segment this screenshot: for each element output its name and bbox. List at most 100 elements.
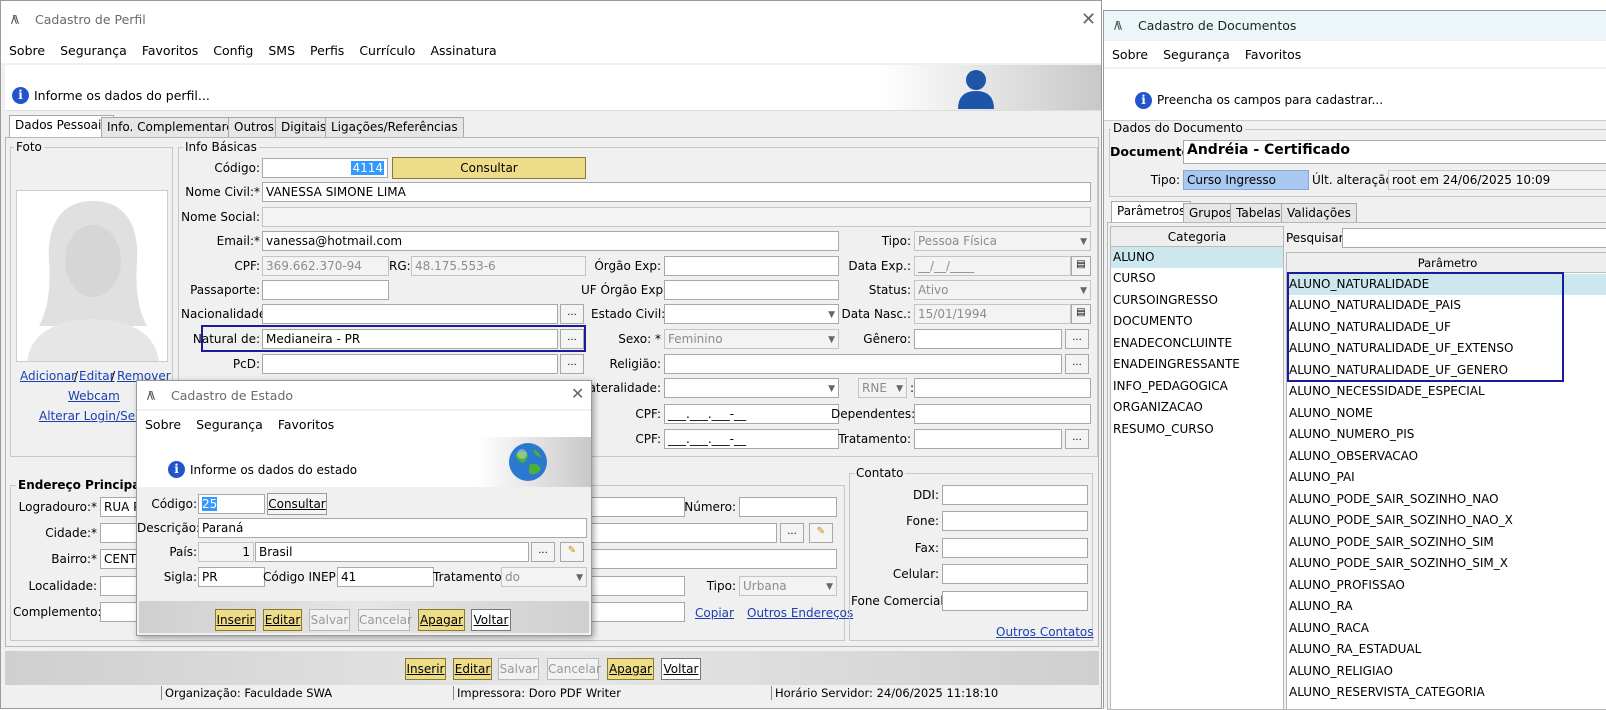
foto-editar-link[interactable]: Editar bbox=[79, 369, 115, 383]
categoria-item[interactable]: INFO_PEDAGOGICA bbox=[1113, 376, 1228, 397]
menu-sobre[interactable]: Sobre bbox=[145, 417, 181, 432]
salvar-button[interactable]: Salvar bbox=[498, 658, 539, 680]
parametro-item[interactable]: ALUNO_RA_ESTADUAL bbox=[1289, 639, 1421, 660]
categoria-item[interactable]: DOCUMENTO bbox=[1113, 311, 1193, 332]
parametro-item[interactable]: ALUNO_NUMERO_PIS bbox=[1289, 424, 1414, 445]
numero-input[interactable] bbox=[739, 497, 837, 517]
documento-input[interactable]: Andréia - Certificado bbox=[1183, 140, 1606, 164]
rne-input[interactable] bbox=[914, 378, 1091, 398]
parametro-item[interactable]: ALUNO_OBSERVACAO bbox=[1289, 446, 1418, 467]
menu-seguranca[interactable]: Segurança bbox=[60, 43, 127, 58]
tipo-select[interactable]: Pessoa Física ▼ bbox=[914, 231, 1091, 251]
parametro-item[interactable]: ALUNO_PODE_SAIR_SOZINHO_SIM bbox=[1289, 532, 1494, 553]
pcd-input[interactable] bbox=[262, 354, 558, 374]
categoria-item[interactable]: CURSO bbox=[1113, 268, 1156, 289]
descricao-input[interactable]: Paraná bbox=[198, 518, 587, 538]
menu-sms[interactable]: SMS bbox=[268, 43, 295, 58]
consultar-button[interactable]: Consultar bbox=[392, 157, 586, 179]
sigla-input[interactable]: PR bbox=[198, 567, 265, 587]
menu-config[interactable]: Config bbox=[213, 43, 253, 58]
menu-curriculo[interactable]: Currículo bbox=[359, 43, 415, 58]
menu-favoritos[interactable]: Favoritos bbox=[142, 43, 198, 58]
estado-tratamento-select[interactable]: do ▼ bbox=[501, 567, 587, 587]
nome-social-input[interactable] bbox=[262, 207, 1091, 227]
tab-info-complementares[interactable]: Info. Complementares bbox=[101, 117, 246, 137]
estado-voltar-button[interactable]: Voltar bbox=[471, 609, 511, 631]
fone-input[interactable] bbox=[942, 511, 1088, 531]
pais-edit-pencil-icon[interactable]: ✎ bbox=[560, 542, 584, 562]
celular-input[interactable] bbox=[942, 564, 1088, 584]
tab-dados-pessoais[interactable]: Dados Pessoais bbox=[9, 115, 114, 137]
outros-contatos-link[interactable]: Outros Contatos bbox=[996, 625, 1094, 639]
data-exp-input[interactable]: __/__/____ bbox=[914, 256, 1071, 276]
genero-lookup-button[interactable]: ... bbox=[1065, 329, 1089, 349]
tab-ligacoes[interactable]: Ligações/Referências bbox=[325, 117, 464, 137]
parametro-item[interactable]: ALUNO_PODE_SAIR_SOZINHO_NAO_X bbox=[1289, 510, 1513, 531]
parametro-item[interactable]: ALUNO_PROFISSAO bbox=[1289, 575, 1405, 596]
passaporte-input[interactable] bbox=[262, 280, 389, 300]
estado-cancelar-button[interactable]: Cancelar bbox=[358, 609, 412, 631]
pais-codigo-input[interactable]: 1 bbox=[198, 542, 254, 562]
pcd-lookup-button[interactable]: ... bbox=[560, 354, 584, 374]
menu-seguranca[interactable]: Segurança bbox=[196, 417, 263, 432]
pais-input[interactable]: Brasil bbox=[255, 542, 529, 562]
menu-assinatura[interactable]: Assinatura bbox=[430, 43, 496, 58]
foto-webcam-link[interactable]: Webcam bbox=[68, 389, 120, 403]
tab-digitais[interactable]: Digitais bbox=[275, 117, 333, 137]
tratamento-lookup-button[interactable]: ... bbox=[1065, 429, 1089, 449]
parametro-item[interactable]: ALUNO_PODE_SAIR_SOZINHO_SIM_X bbox=[1289, 553, 1508, 574]
rg-input[interactable]: 48.175.553-6 bbox=[411, 256, 586, 276]
parametro-item[interactable]: ALUNO_RESERVISTA_CATEGORIA bbox=[1289, 682, 1485, 703]
sexo-select[interactable]: Feminino ▼ bbox=[664, 329, 839, 349]
estado-salvar-button[interactable]: Salvar bbox=[309, 609, 350, 631]
estado-codigo-input[interactable]: 25 bbox=[198, 494, 265, 514]
cancelar-button[interactable]: Cancelar bbox=[547, 658, 601, 680]
religiao-input[interactable] bbox=[664, 354, 1062, 374]
parametro-item[interactable]: ALUNO_NECESSIDADE_ESPECIAL bbox=[1289, 381, 1485, 402]
menu-perfis[interactable]: Perfis bbox=[310, 43, 344, 58]
uf-orgao-input[interactable] bbox=[664, 280, 839, 300]
parametro-item[interactable]: ALUNO_RA bbox=[1289, 596, 1353, 617]
cidade-edit-pencil-icon[interactable]: ✎ bbox=[809, 523, 833, 543]
parametro-item[interactable]: ALUNO_RELIGIAO bbox=[1289, 661, 1393, 682]
cpf2-input[interactable]: ___.___.___-__ bbox=[664, 404, 839, 424]
parametro-item[interactable]: ALUNO_PAI bbox=[1289, 467, 1355, 488]
parametro-item[interactable]: ALUNO_RACA bbox=[1289, 618, 1369, 639]
ddi-input[interactable] bbox=[942, 485, 1088, 505]
natural-input[interactable]: Medianeira - PR bbox=[262, 329, 558, 349]
nome-civil-input[interactable]: VANESSA SIMONE LIMA bbox=[262, 182, 1091, 202]
tab-validacoes[interactable]: Validações bbox=[1281, 203, 1357, 223]
fax-input[interactable] bbox=[942, 538, 1088, 558]
nacionalidade-lookup-button[interactable]: ... bbox=[560, 304, 584, 324]
end-tipo-select[interactable]: Urbana ▼ bbox=[739, 576, 837, 596]
cidade-lookup-button[interactable]: ... bbox=[780, 523, 804, 543]
copiar-link[interactable]: Copiar bbox=[695, 606, 734, 620]
tratamento-input[interactable] bbox=[914, 429, 1062, 449]
codigo-input[interactable]: 4114 bbox=[262, 158, 388, 178]
natural-lookup-button[interactable]: ... bbox=[560, 329, 584, 349]
foto-adicionar-link[interactable]: Adicionar bbox=[20, 369, 76, 383]
pais-lookup-button[interactable]: ... bbox=[531, 542, 555, 562]
calendar-icon[interactable]: ▤ bbox=[1071, 256, 1091, 276]
apagar-button[interactable]: Apagar bbox=[607, 658, 654, 680]
inserir-button[interactable]: Inserir bbox=[405, 658, 446, 680]
categoria-item[interactable]: RESUMO_CURSO bbox=[1113, 419, 1214, 440]
cpf3-input[interactable]: ___.___.___-__ bbox=[664, 429, 839, 449]
menu-seguranca[interactable]: Segurança bbox=[1163, 47, 1230, 62]
estado-consultar-button[interactable]: Consultar bbox=[267, 493, 327, 515]
outros-enderecos-link[interactable]: Outros Endereços bbox=[747, 606, 853, 620]
menu-favoritos[interactable]: Favoritos bbox=[1245, 47, 1301, 62]
pesquisar-input[interactable] bbox=[1342, 228, 1606, 248]
estado-inserir-button[interactable]: Inserir bbox=[215, 609, 256, 631]
parametro-item[interactable]: ALUNO_PODE_SAIR_SOZINHO_NAO bbox=[1289, 489, 1499, 510]
tab-tabelas[interactable]: Tabelas bbox=[1230, 203, 1287, 223]
fone-com-input[interactable] bbox=[942, 591, 1088, 611]
genero-input[interactable] bbox=[914, 329, 1062, 349]
tab-outros[interactable]: Outros bbox=[228, 117, 281, 137]
categoria-item[interactable]: ORGANIZACAO bbox=[1113, 397, 1203, 418]
categoria-item[interactable]: ENADECONCLUINTE bbox=[1113, 333, 1232, 354]
menu-favoritos[interactable]: Favoritos bbox=[278, 417, 334, 432]
menu-sobre[interactable]: Sobre bbox=[1112, 47, 1148, 62]
religiao-lookup-button[interactable]: ... bbox=[1065, 354, 1089, 374]
inep-input[interactable]: 41 bbox=[337, 567, 434, 587]
